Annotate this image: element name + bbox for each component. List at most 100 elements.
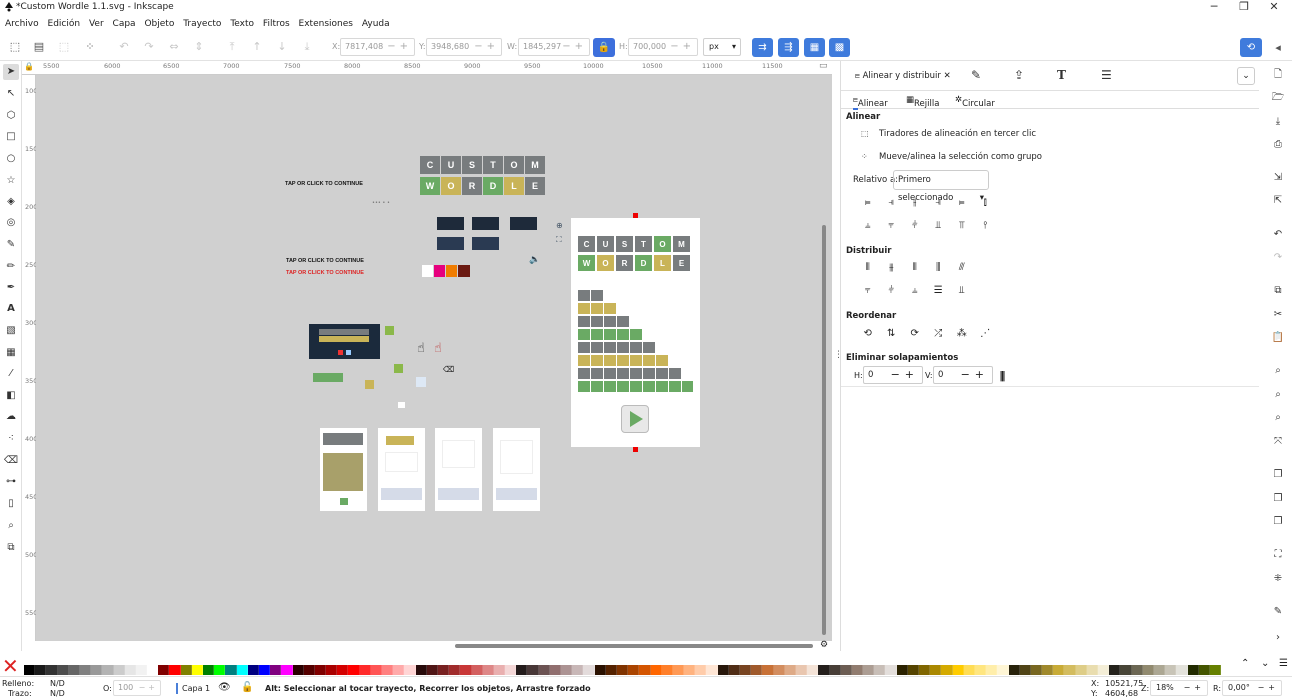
y-field[interactable]: 3948,680 −+ xyxy=(426,38,502,56)
color-swatch[interactable] xyxy=(147,665,159,675)
align-right-edge-icon[interactable]: ⫢ xyxy=(856,197,880,208)
import-icon[interactable]: ⇲ xyxy=(1271,171,1285,185)
bezier-tool-icon[interactable]: ✎ xyxy=(3,237,19,253)
color-swatch[interactable] xyxy=(795,665,808,675)
color-swatch[interactable] xyxy=(203,665,215,675)
cut-icon[interactable]: ✂ xyxy=(1271,308,1285,322)
move-gradients-button[interactable]: ▦ xyxy=(804,38,825,57)
group-icon[interactable]: ⛶ xyxy=(1271,548,1285,562)
menu-capa[interactable]: Capa xyxy=(113,16,136,32)
spiral-tool-icon[interactable]: ◎ xyxy=(3,215,19,231)
menu-edicion[interactable]: Edición xyxy=(48,16,81,32)
color-swatch[interactable] xyxy=(191,665,203,675)
more-commands-icon[interactable]: › xyxy=(1271,631,1285,645)
color-swatch[interactable] xyxy=(158,665,170,675)
group-align-icon[interactable]: ⁘ xyxy=(861,152,871,162)
color-swatch[interactable] xyxy=(807,665,819,675)
color-swatch[interactable] xyxy=(538,665,550,675)
connector-tool-icon[interactable]: ⊶ xyxy=(3,474,19,490)
tweak-tool-icon[interactable]: ☁ xyxy=(3,409,19,425)
color-swatch[interactable] xyxy=(1064,665,1076,675)
color-swatch[interactable] xyxy=(1042,665,1054,675)
align-bottom-edge-icon[interactable]: ⫨ xyxy=(856,220,880,231)
open-document-icon[interactable]: 🗁 xyxy=(1271,91,1285,105)
exchange-stack-order-icon[interactable]: ⇅ xyxy=(880,328,904,339)
x-field[interactable]: 7817,408 −+ xyxy=(340,38,415,56)
relative-to-select[interactable]: Primero seleccionado ▾ xyxy=(893,170,989,203)
color-swatch[interactable] xyxy=(818,665,830,675)
color-swatch[interactable] xyxy=(359,665,371,675)
measure-tool-icon[interactable]: ▯ xyxy=(3,496,19,512)
color-swatch[interactable] xyxy=(258,665,271,675)
color-swatch[interactable] xyxy=(247,665,259,675)
paint-bucket-tool-icon[interactable]: ◧ xyxy=(3,388,19,404)
zoom-field[interactable]: 18% −+ xyxy=(1150,680,1208,696)
align-left-edges-icon[interactable]: ⫣ xyxy=(880,197,904,208)
distribute-right-icon[interactable]: ⫴ xyxy=(903,262,927,273)
color-swatch[interactable] xyxy=(974,665,987,675)
dropper-tool-icon[interactable]: ⁄ xyxy=(3,366,19,382)
color-swatch[interactable] xyxy=(986,665,998,675)
export-icon[interactable]: ⇱ xyxy=(1271,194,1285,208)
color-swatch[interactable] xyxy=(1198,665,1210,675)
color-swatch[interactable] xyxy=(728,665,740,675)
color-swatch[interactable] xyxy=(292,665,304,675)
randomize-icon[interactable]: ⤮ xyxy=(927,328,951,339)
color-swatch[interactable] xyxy=(79,665,92,675)
subtab-circular[interactable]: ✲ Circular xyxy=(955,95,995,109)
color-swatch[interactable] xyxy=(851,665,864,675)
color-swatch[interactable] xyxy=(740,665,752,675)
scale-corners-button[interactable]: ⇶ xyxy=(778,38,799,57)
move-patterns-button[interactable]: ▩ xyxy=(829,38,850,57)
canvas[interactable]: C U S T O M W O R D L E TAP OR CLICK TO … xyxy=(36,75,832,641)
color-swatch[interactable] xyxy=(751,665,763,675)
pages-tool-icon[interactable]: ⧉ xyxy=(3,540,19,556)
align-baselines-icon[interactable]: ⫯ xyxy=(974,220,998,231)
color-swatch[interactable] xyxy=(337,665,349,675)
gradient-tool-icon[interactable]: ▧ xyxy=(3,323,19,339)
arrange-connector-icon[interactable]: ⋰ xyxy=(974,328,998,339)
rectangle-tool-icon[interactable]: □ xyxy=(3,129,19,145)
horizontal-scrollbar[interactable] xyxy=(455,644,813,648)
color-swatch[interactable] xyxy=(516,665,528,675)
palette-menu-icon[interactable]: ☰ xyxy=(1279,658,1288,669)
distribute-centers-h-icon[interactable]: ⫵ xyxy=(880,262,904,273)
menu-objeto[interactable]: Objeto xyxy=(144,16,174,32)
lower-to-bottom-icon[interactable]: ⤓ xyxy=(299,39,315,55)
color-swatch[interactable] xyxy=(57,665,69,675)
chevron-up-icon[interactable]: ⌃ xyxy=(1241,658,1249,669)
color-swatch[interactable] xyxy=(1209,665,1222,675)
menu-trayecto[interactable]: Trayecto xyxy=(183,16,221,32)
rotate-ccw-icon[interactable]: ↶ xyxy=(116,39,132,55)
color-swatch[interactable] xyxy=(773,665,785,675)
eye-icon[interactable]: 👁 xyxy=(218,682,231,693)
color-swatch[interactable] xyxy=(348,665,360,675)
selector-tool-icon[interactable]: ➤ xyxy=(3,64,19,80)
undo-icon[interactable]: ↶ xyxy=(1271,228,1285,242)
distribute-gaps-h-icon[interactable]: ⫼ xyxy=(927,262,951,273)
w-field[interactable]: 1845,297 −+ xyxy=(518,38,590,56)
exchange-selection-order-icon[interactable]: ⟲ xyxy=(856,328,880,339)
tab-align-distribute[interactable]: ⫢ Alinear y distribuir ✕ xyxy=(855,71,951,81)
flip-horizontal-icon[interactable]: ⇔ xyxy=(166,39,182,55)
rotate-handle-icon[interactable]: ⊕ xyxy=(556,221,563,230)
menu-ver[interactable]: Ver xyxy=(89,16,104,32)
color-swatch[interactable] xyxy=(874,665,886,675)
select-all-icon[interactable]: ⬚ xyxy=(7,39,23,55)
color-swatch[interactable] xyxy=(225,665,237,675)
color-swatch[interactable] xyxy=(270,665,282,675)
paste-icon[interactable]: 📋 xyxy=(1271,331,1285,345)
color-swatch[interactable] xyxy=(449,665,461,675)
stroke-value[interactable]: N/D xyxy=(50,689,65,698)
chevron-down-icon[interactable]: ⌄ xyxy=(1261,658,1269,669)
color-swatch[interactable] xyxy=(1109,665,1121,675)
distribute-gaps-v-icon[interactable]: ☰ xyxy=(927,285,951,296)
overlap-h-field[interactable]: 0 −+ xyxy=(863,366,923,384)
center-vertical-axis-icon[interactable]: ⫲ xyxy=(903,197,927,208)
text-tool-icon[interactable]: A xyxy=(3,301,19,317)
zoom-page-icon[interactable]: ⌕ xyxy=(1271,411,1285,425)
subtab-rejilla[interactable]: ▦ Rejilla xyxy=(906,95,939,109)
center-horizontal-axis-icon[interactable]: ⫩ xyxy=(903,220,927,231)
color-swatch[interactable] xyxy=(1187,665,1199,675)
color-swatch[interactable] xyxy=(896,665,908,675)
